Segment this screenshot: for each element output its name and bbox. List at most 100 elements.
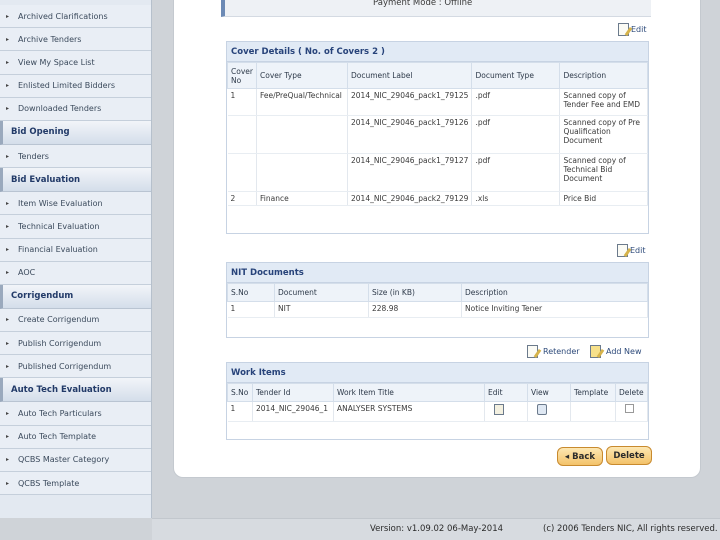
nav-auto-tech-particulars[interactable]: ▸ Auto Tech Particulars — [0, 402, 151, 426]
description-line: Scanned copy of Pre — [563, 118, 641, 127]
arrow-right-icon: ▸ — [5, 105, 9, 113]
work-items-title: Work Items — [227, 363, 648, 383]
nav-financial-evaluation[interactable]: ▸ Financial Evaluation — [0, 238, 151, 262]
cover-edit-link[interactable]: Edit — [618, 23, 647, 36]
folder-add-icon — [590, 345, 601, 358]
arrow-right-icon: ▸ — [5, 410, 9, 418]
nav-archived-clarifications[interactable]: ▸ Archived Clarifications — [0, 5, 151, 29]
nav-technical-evaluation[interactable]: ▸ Technical Evaluation — [0, 215, 151, 239]
table-header-row: S.No Document Size (in KB) Description — [227, 283, 648, 302]
nav-label: Publish Corrigendum — [18, 338, 102, 348]
nav-publish-corrigendum[interactable]: ▸ Publish Corrigendum — [0, 332, 151, 356]
arrow-right-icon: ▸ — [5, 222, 9, 230]
nit-documents-title: NIT Documents — [227, 263, 648, 283]
col-work-item-title: Work Item Title — [333, 383, 485, 402]
nav-create-corrigendum[interactable]: ▸ Create Corrigendum — [0, 308, 151, 333]
cell-cover-no — [227, 115, 257, 154]
nav-label: AOC — [18, 268, 36, 278]
arrow-right-icon: ▸ — [5, 82, 9, 90]
arrow-right-icon: ▸ — [5, 339, 9, 347]
col-size: Size (in KB) — [368, 283, 462, 302]
add-new-label: Add New — [606, 347, 642, 356]
col-document-type: Document Type — [471, 62, 561, 89]
cell-cover-type — [256, 153, 348, 192]
cell-document: NIT — [274, 301, 369, 318]
nav-label: Auto Tech Particulars — [18, 409, 102, 419]
cell-size: 228.98 — [368, 301, 462, 318]
payment-mode-text: Payment Mode : Offline — [373, 0, 473, 8]
col-cover-type: Cover Type — [256, 62, 348, 89]
col-view: View — [527, 383, 571, 402]
nit-edit-label: Edit — [630, 246, 646, 255]
nav-downloaded-tenders[interactable]: ▸ Downloaded Tenders — [0, 97, 151, 121]
description-line: Qualification — [563, 127, 611, 136]
table-row: 2014_NIC_29046_pack1_79126 .pdf Scanned … — [227, 115, 648, 154]
nav-label: QCBS Master Category — [18, 455, 110, 465]
col-template: Template — [570, 383, 616, 402]
col-sno: S.No — [227, 283, 275, 302]
col-cover-no: Cover No — [227, 62, 257, 89]
description-line: Document — [563, 174, 603, 183]
nav-archive-tenders[interactable]: ▸ Archive Tenders — [0, 28, 151, 52]
cell-document-type: .pdf — [471, 153, 561, 192]
nav-label: Create Corrigendum — [18, 315, 100, 325]
nav-label: Auto Tech Template — [18, 432, 97, 442]
cell-sno: 1 — [227, 401, 253, 422]
nit-documents-panel: NIT Documents S.No Document Size (in KB)… — [226, 262, 649, 338]
nit-edit-link[interactable]: Edit — [617, 244, 646, 257]
arrow-right-icon: ▸ — [5, 316, 9, 324]
arrow-right-icon: ▸ — [5, 433, 9, 441]
cell-document-type: .pdf — [471, 88, 561, 116]
section-heading-corrigendum: Corrigendum — [0, 284, 151, 309]
arrow-right-icon: ▸ — [5, 246, 9, 254]
retender-icon — [527, 345, 538, 358]
nav-label: Technical Evaluation — [18, 221, 100, 231]
cover-details-table: Cover No Cover Type Document Label Docum… — [227, 62, 648, 206]
section-heading-auto-tech-evaluation: Auto Tech Evaluation — [0, 378, 151, 403]
nav-tenders[interactable]: ▸ Tenders — [0, 144, 151, 169]
delete-checkbox[interactable] — [625, 404, 634, 413]
cell-document-label: 2014_NIC_29046_pack2_79129 — [347, 191, 473, 206]
table-header-row: S.No Tender Id Work Item Title Edit View… — [227, 383, 648, 402]
back-button[interactable]: ◂ Back — [557, 447, 603, 466]
cover-details-panel: Cover Details ( No. of Covers 2 ) Cover … — [226, 41, 649, 234]
cell-cover-type — [256, 115, 348, 154]
edit-icon[interactable] — [494, 404, 504, 415]
nav-qcbs-template[interactable]: ▸ QCBS Template — [0, 472, 151, 496]
nav-label: View My Space List — [18, 57, 95, 67]
footer: Version: v1.09.02 06-May-2014 (c) 2006 T… — [152, 518, 720, 540]
work-items-table: S.No Tender Id Work Item Title Edit View… — [227, 383, 648, 422]
cover-details-title: Cover Details ( No. of Covers 2 ) — [227, 42, 648, 62]
col-document-label: Document Label — [346, 62, 473, 89]
retender-label: Retender — [543, 347, 580, 356]
cell-template — [570, 401, 616, 422]
nav-published-corrigendum[interactable]: ▸ Published Corrigendum — [0, 355, 151, 379]
nav-enlisted-limited-bidders[interactable]: ▸ Enlisted Limited Bidders — [0, 74, 151, 98]
delete-button[interactable]: Delete — [606, 446, 652, 465]
cell-document-label: 2014_NIC_29046_pack1_79125 — [347, 88, 473, 116]
edit-icon — [618, 23, 629, 36]
cell-description: Notice Inviting Tener — [461, 301, 648, 318]
nav-auto-tech-template[interactable]: ▸ Auto Tech Template — [0, 425, 151, 449]
arrow-right-icon: ▸ — [5, 479, 9, 487]
description-line: Scanned copy of — [563, 91, 626, 100]
edit-icon — [617, 244, 628, 257]
nav-view-my-space-list[interactable]: ▸ View My Space List — [0, 51, 151, 75]
add-new-link[interactable]: Add New — [590, 345, 641, 358]
description-line: Tender Fee and EMD — [563, 100, 640, 109]
nav-label: Archived Clarifications — [18, 11, 108, 21]
nav-label: Downloaded Tenders — [18, 104, 102, 114]
retender-link[interactable]: Retender — [527, 345, 580, 358]
view-icon[interactable] — [537, 404, 547, 415]
nav-item-wise-evaluation[interactable]: ▸ Item Wise Evaluation — [0, 192, 151, 216]
nav-aoc[interactable]: ▸ AOC — [0, 261, 151, 285]
nit-documents-table: S.No Document Size (in KB) Description 1… — [227, 283, 648, 318]
description-line: Document — [563, 136, 603, 145]
nav-label: Archive Tenders — [18, 34, 82, 44]
cell-document-type: .xls — [471, 191, 561, 206]
cell-tender-id: 2014_NIC_29046_1 — [252, 401, 334, 422]
table-row: 1 Fee/PreQual/Technical 2014_NIC_29046_p… — [227, 88, 648, 116]
version-text: Version: v1.09.02 06-May-2014 — [370, 524, 504, 534]
cell-cover-no — [227, 153, 257, 192]
nav-qcbs-master-category[interactable]: ▸ QCBS Master Category — [0, 448, 151, 472]
